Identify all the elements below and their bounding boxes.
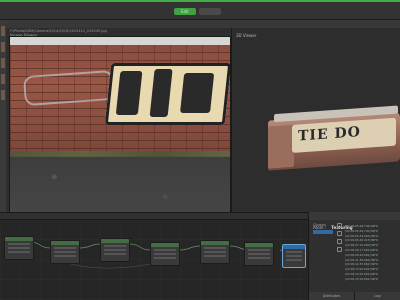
tab-log[interactable]: Log — [355, 292, 400, 300]
graph-node-selected[interactable] — [282, 244, 306, 268]
graffiti-letter — [115, 71, 143, 115]
copy-icon[interactable] — [337, 223, 342, 228]
edit-mode-button[interactable]: Edit — [174, 8, 196, 15]
3d-viewer-panel[interactable]: 3D Viewer TIE DO — [232, 20, 400, 212]
textured-mesh: TIE DO — [268, 105, 400, 176]
log-line: [22:09:15.58:062] INFO — [345, 276, 379, 281]
gallery-thumbnail[interactable] — [1, 26, 5, 36]
top-bar: Edit — [0, 0, 400, 20]
3d-viewer-header: 3D Viewer — [232, 20, 400, 38]
graph-node[interactable] — [150, 242, 180, 266]
graph-node[interactable] — [4, 236, 34, 260]
mode-switch: Edit — [174, 8, 221, 15]
graph-node[interactable] — [100, 238, 130, 262]
edge — [129, 243, 151, 251]
mesh-end — [268, 124, 294, 169]
graph-node[interactable] — [50, 240, 80, 264]
attribute-editor: Atom : Texturing Chunks [22:09:05.28:706… — [308, 212, 400, 300]
graffiti-letter — [180, 73, 215, 113]
export-icon[interactable] — [337, 247, 342, 252]
image-viewer-header: Image Viewer — [6, 20, 232, 38]
filter-icon[interactable] — [337, 231, 342, 236]
gallery-thumbnail[interactable] — [1, 42, 5, 52]
image-path: F:/Photo/DSM/Camera/2014/2015/2015412_10… — [10, 29, 107, 33]
graffiti-outline — [23, 69, 115, 107]
chunks-label: Chunks — [313, 223, 326, 227]
accent-line — [0, 0, 400, 2]
3d-viewer-title: 3D Viewer — [236, 33, 257, 38]
search-icon[interactable] — [337, 239, 342, 244]
attribute-editor-header: Atom : Texturing — [309, 212, 400, 230]
edge — [179, 245, 201, 251]
chunk-selected-cell[interactable] — [313, 230, 333, 234]
edge — [79, 243, 101, 249]
log-tools — [337, 223, 342, 252]
gallery-thumbnail[interactable] — [1, 90, 5, 100]
graph-editor[interactable] — [0, 220, 308, 300]
app-window: Edit Image Viewer F:/Photo/DSM/Camera/20… — [0, 0, 400, 300]
graph-node[interactable] — [244, 242, 274, 266]
gallery-thumbnail[interactable] — [1, 74, 5, 84]
photo-display[interactable] — [9, 36, 231, 222]
other-mode-button[interactable] — [199, 8, 221, 15]
log-list: [22:09:05.28:706] INFO [22:09:05.29:740]… — [345, 224, 399, 282]
graffiti-letter — [149, 69, 173, 117]
graffiti-piece — [104, 63, 230, 125]
attribute-tabs: Attributes Log — [309, 292, 400, 300]
tab-attributes[interactable]: Attributes — [309, 292, 355, 300]
wall-cap — [10, 37, 230, 45]
image-viewer-panel: Image Viewer F:/Photo/DSM/Camera/2014/20… — [6, 20, 239, 232]
graph-node[interactable] — [200, 240, 230, 264]
gallery-thumbnail[interactable] — [1, 58, 5, 68]
